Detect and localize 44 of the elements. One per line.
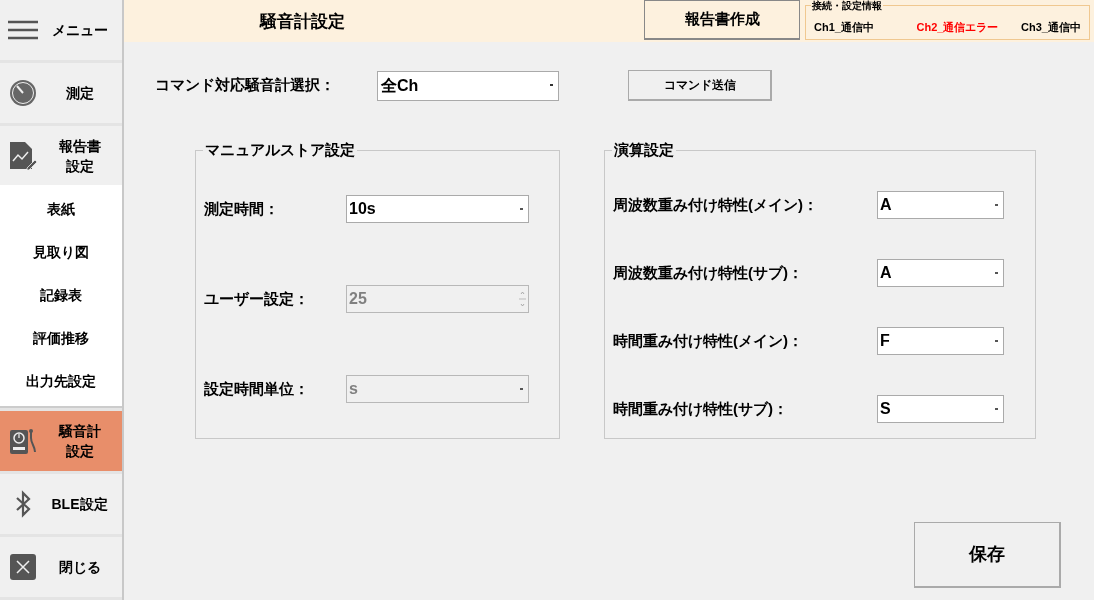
create-report-button[interactable]: 報告書作成 — [644, 0, 800, 40]
menu-icon — [8, 19, 38, 40]
field-label: 時間重み付け特性(メイン)： — [613, 330, 804, 351]
bluetooth-icon — [15, 490, 31, 519]
group-legend: マニュアルストア設定 — [203, 141, 357, 159]
window-title: 騒音計設定 — [258, 11, 346, 33]
meter-select[interactable]: 全Ch — [377, 70, 559, 101]
field-label: 周波数重み付け特性(メイン)： — [613, 194, 819, 215]
sidebar-item[interactable]: 閉じる — [0, 537, 122, 597]
save-button[interactable]: 保存 — [914, 522, 1061, 588]
dropdown-caret-icon — [549, 84, 554, 87]
dropdown-field[interactable]: A — [877, 191, 1004, 219]
dropdown-caret-icon — [519, 207, 524, 211]
dropdown-caret-icon — [519, 387, 524, 391]
group-legend: 演算設定 — [612, 141, 676, 159]
sidebar-item[interactable]: メニュー — [0, 0, 122, 60]
send-command-button[interactable]: コマンド送信 — [628, 70, 772, 101]
sidebar-item[interactable]: 騒音計設定 — [0, 411, 122, 472]
channel-status: Ch1_通信中 — [814, 19, 874, 35]
field-label: ユーザー設定： — [204, 288, 310, 309]
sidebar-item[interactable]: BLE設定 — [0, 474, 122, 535]
channel-status: Ch2_通信エラー — [916, 19, 999, 35]
close-icon — [10, 554, 36, 581]
sidebar-item[interactable]: 測定 — [0, 62, 122, 123]
field-label: 周波数重み付け特性(サブ)： — [613, 262, 804, 283]
dropdown-caret-icon — [994, 407, 999, 411]
dropdown-field[interactable]: 10s — [346, 195, 529, 223]
sidebar-item[interactable]: 報告書設定 — [0, 125, 122, 186]
dropdown-caret-icon — [994, 339, 999, 343]
dropdown-field[interactable]: A — [877, 259, 1004, 287]
field-label: 時間重み付け特性(サブ)： — [613, 398, 789, 419]
dropdown-field[interactable]: S — [877, 395, 1004, 423]
dropdown-caret-icon — [994, 271, 999, 275]
dropdown-caret-icon — [994, 203, 999, 207]
dropdown-field[interactable]: F — [877, 327, 1004, 355]
field-label: 測定時間： — [204, 198, 280, 219]
spinner-arrows-icon — [519, 289, 526, 309]
connection-info-legend: 接続・設定情報 — [811, 1, 883, 11]
channel-status: Ch3_通信中 — [1021, 19, 1081, 35]
field-label: 設定時間単位： — [204, 378, 310, 399]
sound-meter-icon — [9, 426, 37, 457]
document-chart-icon — [9, 140, 37, 171]
stopwatch-icon — [9, 78, 37, 107]
command-meter-label: コマンド対応騒音計選択： — [155, 75, 336, 96]
